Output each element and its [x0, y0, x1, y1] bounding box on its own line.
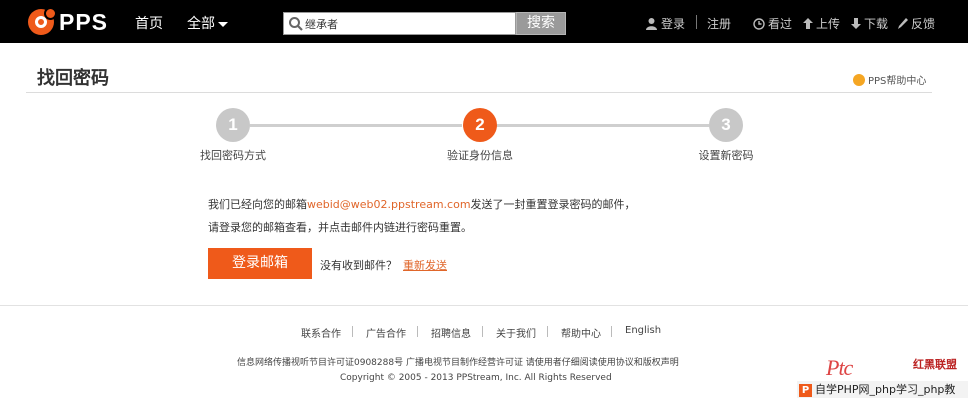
- email-address: webid@web02.ppstream.com: [307, 198, 471, 211]
- history-label: 看过: [768, 17, 793, 31]
- step-1-circle: 1: [216, 108, 250, 142]
- download-link[interactable]: 下载: [851, 15, 888, 32]
- footer-link-about[interactable]: 关于我们: [496, 325, 536, 340]
- clock-icon: [753, 17, 765, 30]
- caret-down-icon: [218, 21, 228, 27]
- download-label: 下载: [864, 17, 889, 31]
- top-navigation-bar: PPS 首页 全部 搜索 登录 注册 看过 上传: [0, 0, 968, 43]
- title-divider: [26, 92, 932, 93]
- not-received-text: 没有收到邮件？: [320, 259, 397, 272]
- footer-link-english[interactable]: English: [625, 325, 661, 336]
- divider: [696, 15, 697, 29]
- upload-link[interactable]: 上传: [803, 15, 840, 32]
- message-prefix: 我们已经向您的邮箱: [208, 198, 307, 211]
- footer-link-contact[interactable]: 联系合作: [301, 325, 341, 340]
- pps-logo-icon: [28, 7, 57, 35]
- footer-separator: [417, 326, 418, 337]
- register-link[interactable]: 注册: [707, 15, 731, 32]
- upload-arrow-icon: [803, 18, 813, 29]
- footer-separator: [352, 326, 353, 337]
- watermark-bar-text: 自学PHP网_php学习_php教: [815, 383, 956, 396]
- footer-separator: [482, 326, 483, 337]
- history-link[interactable]: 看过: [753, 15, 792, 32]
- nav-all-label: 全部: [187, 16, 215, 32]
- license-text: 信息网络传播视听节目许可证0908288号 广播电视节目制作经营许可证 请使用者…: [237, 358, 679, 368]
- feedback-link[interactable]: 反馈: [898, 15, 935, 32]
- register-label: 注册: [707, 17, 732, 31]
- step-2-circle: 2: [463, 108, 497, 142]
- watermark-red-text: 红黑联盟: [913, 358, 957, 371]
- pps-logo[interactable]: PPS: [28, 7, 109, 36]
- footer-separator: [611, 326, 612, 337]
- login-email-button[interactable]: 登录邮箱: [208, 248, 312, 279]
- copyright-text: Copyright © 2005 - 2013 PPStream, Inc. A…: [340, 373, 612, 383]
- step-3-label: 设置新密码: [698, 149, 754, 162]
- email-sent-message: 我们已经向您的邮箱webid@web02.ppstream.com发送了一封重置…: [208, 196, 636, 212]
- watermark-logo: Ptc: [826, 355, 853, 380]
- resend-link[interactable]: 重新发送: [403, 257, 447, 273]
- watermark-bar: P 自学PHP网_php学习_php教: [797, 381, 968, 398]
- message-suffix: 发送了一封重置登录密码的邮件，: [470, 198, 636, 211]
- step-1-label: 找回密码方式: [200, 149, 266, 162]
- logo-text: PPS: [59, 8, 109, 35]
- search-button[interactable]: 搜索: [516, 12, 566, 35]
- step-2-label: 验证身份信息: [447, 149, 513, 162]
- step-connector: [497, 124, 709, 127]
- help-center-link[interactable]: PPS帮助中心: [853, 72, 926, 87]
- nav-home-link[interactable]: 首页: [135, 13, 163, 33]
- help-center-label: PPS帮助中心: [868, 76, 927, 87]
- watermark-p-icon: P: [799, 383, 812, 397]
- login-link[interactable]: 登录: [645, 15, 685, 32]
- footer-divider: [0, 305, 968, 306]
- footer-link-ads[interactable]: 广告合作: [366, 325, 406, 340]
- upload-label: 上传: [816, 17, 841, 31]
- help-icon: [853, 73, 865, 86]
- footer-link-jobs[interactable]: 招聘信息: [431, 325, 471, 340]
- login-label: 登录: [661, 17, 686, 31]
- footer-link-help[interactable]: 帮助中心: [561, 325, 601, 340]
- step-3-circle: 3: [709, 108, 743, 142]
- feedback-label: 反馈: [911, 17, 936, 31]
- email-instruction: 请登录您的邮箱查看，并点击邮件内链进行密码重置。: [208, 221, 472, 234]
- search-icon: [289, 17, 303, 31]
- footer-separator: [547, 326, 548, 337]
- user-icon: [646, 18, 657, 30]
- step-connector: [250, 124, 462, 127]
- search-input[interactable]: [305, 15, 510, 32]
- nav-all-dropdown[interactable]: 全部: [187, 13, 228, 33]
- pencil-icon: [898, 18, 908, 29]
- download-arrow-icon: [851, 18, 861, 29]
- page-title: 找回密码: [37, 68, 109, 89]
- search-box: [283, 12, 516, 35]
